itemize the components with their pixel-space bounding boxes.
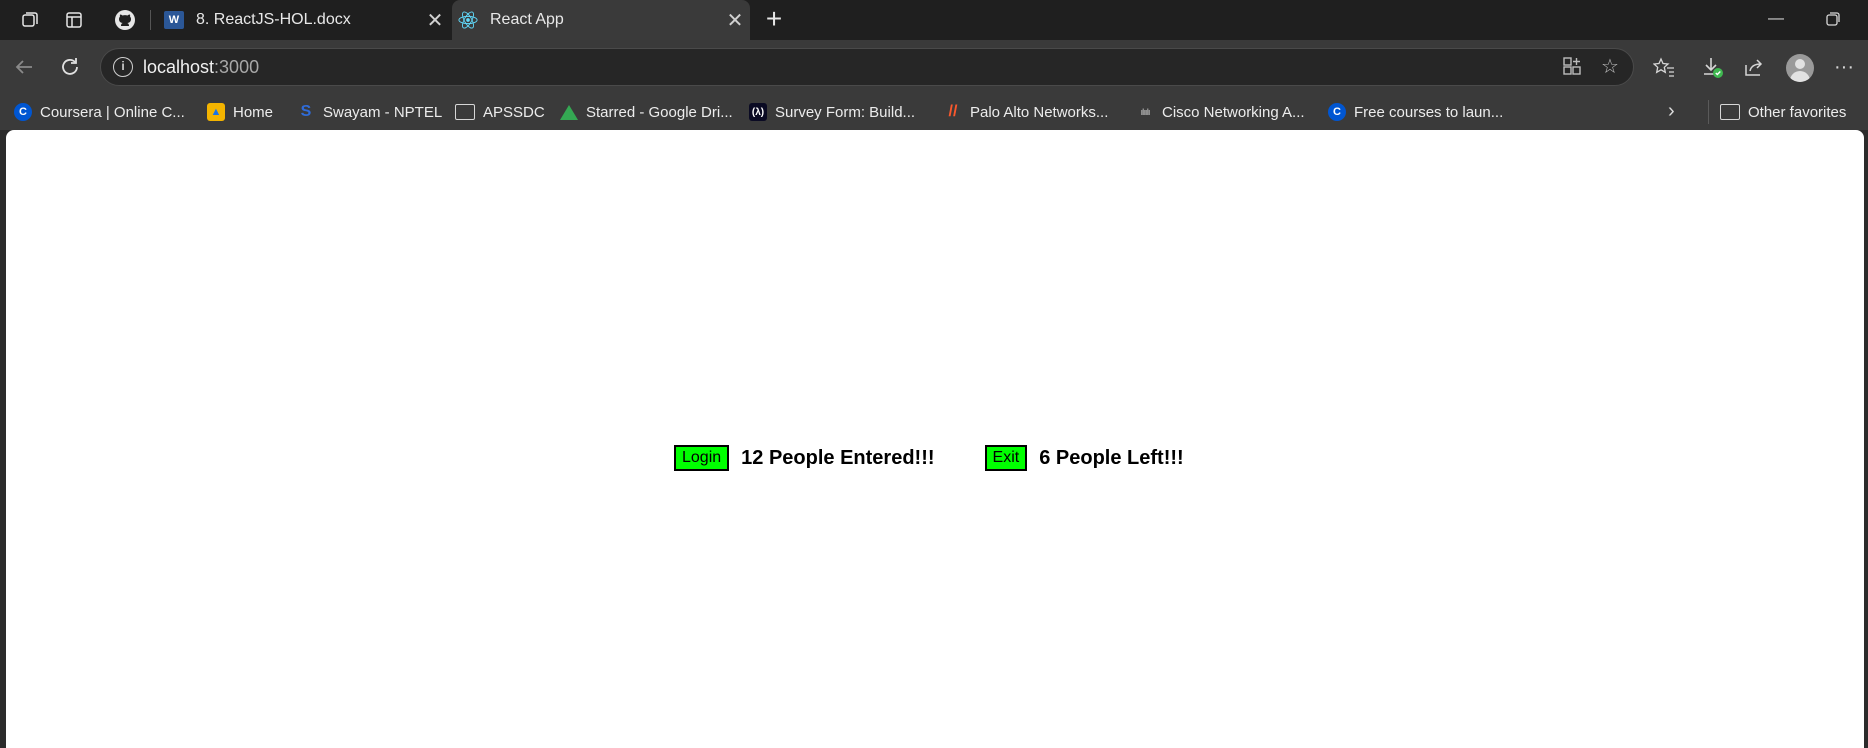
coursera-icon: C xyxy=(14,103,32,121)
restore-icon[interactable] xyxy=(1826,12,1840,31)
page-content xyxy=(6,130,1864,748)
site-info-icon[interactable]: i xyxy=(113,57,133,77)
favorite-label: Coursera | Online C... xyxy=(40,103,185,121)
palo-alto-icon: // xyxy=(948,103,958,120)
other-favorites[interactable]: Other favorites xyxy=(1720,100,1846,124)
favorite-label: Home xyxy=(233,103,274,121)
favorite-free-courses[interactable]: C Free courses to laun... xyxy=(1328,100,1503,124)
favorites-divider xyxy=(1708,100,1709,124)
favorites-icon[interactable] xyxy=(1650,53,1678,81)
login-button[interactable]: Login xyxy=(674,445,730,471)
favorite-home[interactable]: ▲ Home xyxy=(207,100,273,124)
favorite-label: APSSDC xyxy=(483,103,545,121)
new-tab-button[interactable]: + xyxy=(760,5,788,34)
tab-actions-icon[interactable] xyxy=(62,8,86,32)
address-bar[interactable]: i localhost:3000 ☆ xyxy=(100,48,1634,86)
share-icon[interactable] xyxy=(1740,53,1768,81)
cisco-icon: ılıılı xyxy=(1140,107,1150,117)
chevron-right-icon[interactable]: › xyxy=(1668,100,1675,123)
favorite-label: Starred - Google Dri... xyxy=(586,103,733,121)
navigation-bar: i localhost:3000 ☆ ··· xyxy=(0,40,1868,94)
favorite-label: Swayam - NPTEL xyxy=(323,103,443,121)
exit-button[interactable]: Exit xyxy=(984,445,1028,471)
favorite-label: Cisco Networking A... xyxy=(1162,103,1305,121)
title-bar: W 8. ReactJS-HOL.docx ✕ React App ✕ + — xyxy=(0,0,1868,40)
swayam-icon: S xyxy=(300,103,312,120)
more-options-icon[interactable]: ··· xyxy=(1830,53,1858,81)
close-tab-icon[interactable]: ✕ xyxy=(720,8,750,33)
close-tab-icon[interactable]: ✕ xyxy=(420,8,450,33)
favorite-label: Survey Form: Build... xyxy=(775,103,916,121)
favorite-survey-form[interactable]: (λ) Survey Form: Build... xyxy=(749,100,915,124)
google-drive-icon xyxy=(560,104,578,120)
coursera-icon: C xyxy=(1328,103,1346,121)
tab-divider xyxy=(150,10,151,30)
url-text[interactable]: localhost:3000 xyxy=(143,57,259,78)
react-icon xyxy=(458,10,478,30)
favorite-label: Palo Alto Networks... xyxy=(970,103,1109,121)
favorite-swayam[interactable]: S Swayam - NPTEL xyxy=(297,100,443,124)
back-icon[interactable] xyxy=(10,53,38,81)
favorite-apssdc[interactable]: APSSDC xyxy=(455,100,545,124)
entered-count-text: 12 People Entered!!! xyxy=(741,446,935,469)
app-available-icon[interactable] xyxy=(1561,56,1583,78)
refresh-icon[interactable] xyxy=(56,53,84,81)
favorite-coursera[interactable]: C Coursera | Online C... xyxy=(14,100,185,124)
tab-title: React App xyxy=(490,11,564,28)
tab-react-app[interactable]: React App ✕ xyxy=(452,0,750,40)
workspaces-icon[interactable] xyxy=(18,8,42,32)
folder-icon xyxy=(455,104,475,120)
favorite-google-drive[interactable]: Starred - Google Dri... xyxy=(560,100,733,124)
left-count-text: 6 People Left!!! xyxy=(1039,446,1184,469)
downloads-icon[interactable] xyxy=(1698,53,1726,81)
favorite-cisco[interactable]: ılıılı Cisco Networking A... xyxy=(1136,100,1305,124)
folder-icon xyxy=(1720,104,1740,120)
profile-avatar[interactable] xyxy=(1786,54,1814,82)
tab-word-doc[interactable]: W 8. ReactJS-HOL.docx ✕ xyxy=(158,0,450,40)
favorite-star-icon[interactable]: ☆ xyxy=(1599,56,1621,78)
word-icon: W xyxy=(164,10,184,30)
github-icon[interactable] xyxy=(113,8,137,32)
favorite-palo-alto[interactable]: // Palo Alto Networks... xyxy=(944,100,1109,124)
minimize-icon[interactable]: — xyxy=(1768,10,1784,28)
freecodecamp-icon: (λ) xyxy=(749,103,767,121)
counter-row: Login 12 People Entered!!! Exit 6 People… xyxy=(674,444,1184,472)
favorite-label: Free courses to laun... xyxy=(1354,103,1504,121)
home-icon: ▲ xyxy=(207,103,225,121)
tab-title: 8. ReactJS-HOL.docx xyxy=(196,11,351,28)
favorites-bar: C Coursera | Online C... ▲ Home S Swayam… xyxy=(0,94,1868,130)
favorite-label: Other favorites xyxy=(1748,103,1847,121)
